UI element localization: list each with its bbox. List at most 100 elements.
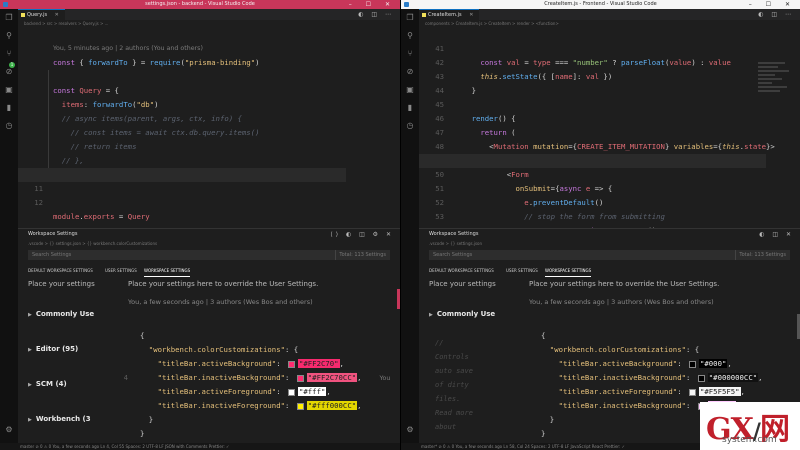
group-commonly-used[interactable]: ▶ Commonly Use <box>429 307 509 322</box>
site-watermark-logo: GX/网 system.com <box>700 402 800 450</box>
settings-header: Workspace Settings ⟨⟩ ◐ ◫ ⚙ ✕ <box>28 229 394 240</box>
explorer-icon[interactable]: ❐ <box>0 9 18 27</box>
faded-comment-line: about <box>435 423 457 431</box>
color-swatch-icon[interactable] <box>288 360 295 368</box>
settings-note: Place your settings <box>28 280 95 288</box>
color-swatch-icon[interactable] <box>296 374 304 382</box>
right-title-bar: CreateItem.js - Frontend - Visual Studio… <box>401 0 800 9</box>
settings-actions[interactable]: ⟨⟩ ◐ ◫ ⚙ ✕ <box>330 229 394 240</box>
tab-default-workspace-settings[interactable]: DEFAULT WORKSPACE SETTINGS <box>429 266 494 276</box>
gear-icon[interactable]: ⚙ <box>401 421 419 439</box>
code-line: // return items <box>53 142 137 151</box>
json-line: "titleBar.inactiveForeground": "#fff000C… <box>157 401 362 410</box>
json-key: "workbench.colorCustomizations" <box>148 345 285 354</box>
group-scm[interactable]: ▶ SCM (4) <box>28 377 108 392</box>
caret-right-icon: ▶ <box>429 312 433 318</box>
js-file-icon <box>422 13 426 17</box>
json-key: "titleBar.inactiveBackground" <box>558 401 686 410</box>
caret-right-icon: ▶ <box>28 347 32 353</box>
code-line: items: forwardTo("db") <box>61 100 159 109</box>
json-color-value: "#fff" <box>298 387 327 396</box>
right-tab-bar: CreateItem.js ✕ ◐ ◫ ⋯ <box>419 9 800 20</box>
settings-search-input[interactable]: Search Settings Total: 113 Settings <box>28 250 390 260</box>
history-icon[interactable]: ◷ <box>0 117 18 135</box>
code-line: 12 module.exports = Query <box>34 198 150 221</box>
inline-blame: You <box>379 375 391 382</box>
json-line: { <box>541 331 546 340</box>
code-line: 43 } <box>435 72 476 95</box>
json-key: "titleBar.inactiveBackground" <box>558 373 686 382</box>
explorer-icon[interactable]: ❐ <box>401 9 419 27</box>
source-control-icon[interactable]: ⑂ <box>401 45 419 63</box>
tab-createitem-js[interactable]: CreateItem.js ✕ <box>419 9 480 20</box>
tab-query-js[interactable]: Query.js ✕ <box>18 9 65 20</box>
close-icon[interactable]: ✕ <box>55 12 59 18</box>
code-line: // const items = await ctx.db.query.item… <box>53 128 260 137</box>
tab-default-workspace-settings[interactable]: DEFAULT WORKSPACE SETTINGS <box>28 266 93 276</box>
group-workbench[interactable]: ▶ Workbench (3 <box>28 412 108 427</box>
code-line: 41 const val = type === "number" ? parse… <box>435 44 731 67</box>
tab-workspace-settings[interactable]: WORKSPACE SETTINGS <box>144 266 191 277</box>
close-icon[interactable]: ✕ <box>469 12 473 18</box>
line-number: 4 <box>123 373 128 382</box>
color-swatch-icon[interactable] <box>697 374 705 382</box>
group-editor[interactable]: ▶ Editor (95) <box>28 342 108 357</box>
extensions-icon[interactable]: ▣ <box>401 81 419 99</box>
blame-annotation: You, a few seconds ago | 3 authors (Wes … <box>128 298 313 306</box>
settings-json-pane[interactable]: Place your settings here to override the… <box>124 277 400 443</box>
settings-search-input[interactable]: Search Settings Total: 113 Settings <box>429 250 790 260</box>
search-icon[interactable]: ⚲ <box>0 27 18 45</box>
color-swatch-icon[interactable] <box>288 388 295 396</box>
faded-comment-line: Controls <box>435 353 469 361</box>
bookmark-icon[interactable]: ▮ <box>401 99 419 117</box>
left-window-controls[interactable]: – ☐ ✕ <box>349 0 396 9</box>
json-line: 4 "titleBar.inactiveBackground": "#FF2C7… <box>124 371 400 385</box>
source-control-icon[interactable]: ⑂ <box>0 45 18 63</box>
settings-count: Total: 113 Settings <box>335 250 386 260</box>
tab-user-settings[interactable]: USER SETTINGS <box>105 266 137 276</box>
left-code-editor[interactable]: You, 5 minutes ago | 2 authors (You and … <box>18 28 400 228</box>
settings-note: Place your settings <box>429 280 496 288</box>
left-window-title: settings.json - backend - Visual Studio … <box>145 1 255 7</box>
tab-label: CreateItem.js <box>428 12 462 18</box>
breadcrumb[interactable]: components > CreateItem.js > CreateItem … <box>419 20 800 28</box>
json-color-value: "#fff000CC" <box>306 401 358 410</box>
tab-workspace-settings[interactable]: WORKSPACE SETTINGS <box>545 266 592 277</box>
editor-actions[interactable]: ◐ ◫ ⋯ <box>358 9 394 20</box>
bookmark-icon[interactable]: ▮ <box>0 99 18 117</box>
minimap[interactable] <box>758 60 792 120</box>
right-code-editor[interactable]: 41 const val = type === "number" ? parse… <box>419 28 800 249</box>
json-key: "titleBar.activeForeground" <box>558 387 678 396</box>
extensions-icon[interactable]: ▣ <box>0 81 18 99</box>
settings-breadcrumb[interactable]: .vscode > {} settings.json > {} workbenc… <box>28 240 157 247</box>
settings-actions[interactable]: ◐ ◫ ✕ <box>759 229 794 240</box>
left-status-bar[interactable]: master ⊘ 0 ⚠ 0 You, a few seconds ago Ln… <box>0 443 400 450</box>
color-swatch-icon[interactable] <box>689 388 696 396</box>
faded-comment-line: of dirty <box>435 381 469 389</box>
color-swatch-icon[interactable] <box>689 360 696 368</box>
scm-badge: 1 <box>9 62 15 68</box>
gear-icon[interactable]: ⚙ <box>0 421 18 439</box>
editor-actions[interactable]: ◐ ◫ ⋯ <box>758 9 794 20</box>
breadcrumb[interactable]: backend > src > resolvers > Query.js > .… <box>18 20 400 28</box>
right-window-controls[interactable]: – ☐ ✕ <box>749 0 796 9</box>
search-icon[interactable]: ⚲ <box>401 27 419 45</box>
json-line: "titleBar.activeForeground": "#F5F5F5", <box>558 387 745 396</box>
left-vscode-window: settings.json - backend - Visual Studio … <box>0 0 400 450</box>
color-swatch-icon[interactable] <box>296 402 304 410</box>
json-line: } <box>140 415 154 424</box>
json-key: "titleBar.inactiveBackground" <box>157 373 285 382</box>
left-activity-bar: ❐ ⚲ ⑂ 1 ⊘ ▣ ▮ ◷ ⚙ <box>0 9 18 443</box>
history-icon[interactable]: ◷ <box>401 117 419 135</box>
group-commonly-used[interactable]: ▶ Commonly Use <box>28 307 108 322</box>
debug-icon[interactable]: ⊘ <box>401 63 419 81</box>
vscode-app-icon <box>404 2 409 7</box>
settings-count: Total: 113 Settings <box>735 250 786 260</box>
json-color-value: "#F5F5F5" <box>699 387 741 396</box>
tab-user-settings[interactable]: USER SETTINGS <box>506 266 538 276</box>
settings-breadcrumb[interactable]: .vscode > {} settings.json <box>429 240 482 247</box>
json-line: "titleBar.activeBackground": "#000", <box>558 359 732 368</box>
code-line: 47 <Mutation mutation={CREATE_ITEM_MUTAT… <box>435 128 775 151</box>
code-line: 51 e.preventDefault() <box>435 184 604 207</box>
